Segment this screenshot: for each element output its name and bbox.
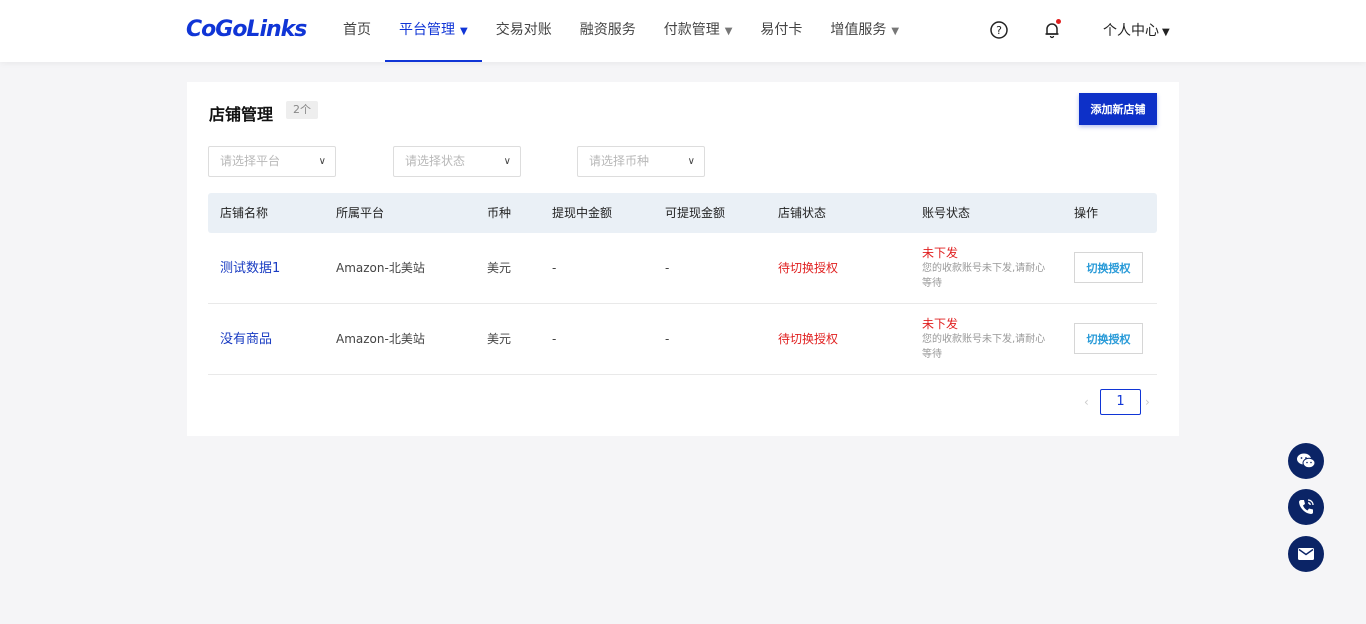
caret-down-icon: ▼ [891,26,900,37]
platform-cell: Amazon-北美站 [336,332,425,346]
col-shop-status: 店铺状态 [778,206,827,220]
pagination-next[interactable]: › [1145,389,1150,415]
logo[interactable]: CoGoLinks [186,17,307,42]
nav-item-financing[interactable]: 融资服务 [566,0,650,62]
nav-label: 付款管理 [663,22,720,38]
chevron-down-icon: ∨ [687,156,695,167]
shop-management-card: 店铺管理 2个 添加新店铺 请选择平台 ∨ 请选择状态 ∨ 请选择币种 ∨ 店铺… [187,82,1179,436]
nav-label: 易付卡 [760,22,803,38]
switch-auth-button[interactable]: 切换授权 [1074,323,1143,354]
caret-down-icon: ▼ [724,26,733,37]
shop-table: 店铺名称 所属平台 币种 提现中金额 可提现金额 店铺状态 账号状态 操作 测试… [208,193,1157,375]
chevron-down-icon: ∨ [503,156,511,167]
account-status-cell: 未下发 您的收款账号未下发,请耐心等待 [922,317,1052,362]
col-platform: 所属平台 [336,206,385,220]
col-withdrawable: 可提现金额 [665,206,726,220]
nav-label: 首页 [343,22,371,38]
table-header: 店铺名称 所属平台 币种 提现中金额 可提现金额 店铺状态 账号状态 操作 [208,193,1157,233]
nav-label: 交易对账 [495,22,552,38]
pagination-prev[interactable]: ‹ [1084,389,1089,415]
nav-item-payment[interactable]: 付款管理 ▼ [650,0,747,62]
switch-auth-button[interactable]: 切换授权 [1074,252,1143,283]
notification-bell-icon[interactable] [1042,19,1062,40]
platform-cell: Amazon-北美站 [336,261,425,275]
select-placeholder: 请选择平台 [220,154,281,168]
account-status-tip: 您的收款账号未下发,请耐心等待 [922,263,1046,289]
status-select[interactable]: 请选择状态 ∨ [393,146,521,177]
add-shop-button[interactable]: 添加新店铺 [1079,93,1157,125]
top-navigation: CoGoLinks 首页 平台管理 ▼ 交易对账 融资服务 付款管理 ▼ 易付卡 增… [0,0,1366,62]
nav-label: 平台管理 [399,22,455,38]
mail-icon [1298,548,1314,560]
account-status-cell: 未下发 您的收款账号未下发,请耐心等待 [922,246,1052,291]
withdrawing-cell: - [552,332,557,346]
caret-down-icon: ▼ [1162,27,1170,38]
phone-button[interactable] [1288,489,1324,525]
mail-button[interactable] [1288,536,1324,572]
currency-select[interactable]: 请选择币种 ∨ [577,146,705,177]
col-shop-name: 店铺名称 [220,206,269,220]
currency-cell: 美元 [487,332,512,346]
nav-item-value-added[interactable]: 增值服务 ▼ [816,0,913,62]
table-row: 没有商品 Amazon-北美站 美元 - - 待切换授权 未下发 您的收款账号未… [208,304,1157,375]
main-nav: 首页 平台管理 ▼ 交易对账 融资服务 付款管理 ▼ 易付卡 增值服务 ▼ [329,0,913,62]
shop-status-cell: 待切换授权 [778,261,839,275]
user-center-menu[interactable]: 个人中心 ▼ [1103,0,1170,64]
nav-label: 增值服务 [830,22,887,38]
user-menu-label: 个人中心 [1103,23,1159,39]
nav-item-card[interactable]: 易付卡 [746,0,816,62]
col-action: 操作 [1074,206,1099,220]
chevron-down-icon: ∨ [318,156,326,167]
col-currency: 币种 [487,206,512,220]
nav-item-reconciliation[interactable]: 交易对账 [482,0,566,62]
currency-cell: 美元 [487,261,512,275]
caret-down-icon: ▼ [460,26,468,37]
shop-status-cell: 待切换授权 [778,332,839,346]
shop-count-badge: 2个 [286,101,318,119]
withdrawable-cell: - [665,261,670,275]
page-title: 店铺管理 [209,105,274,124]
nav-item-home[interactable]: 首页 [329,0,385,62]
wechat-button[interactable] [1288,443,1324,479]
shop-name-link[interactable]: 没有商品 [220,304,272,375]
svg-text:?: ? [996,24,1002,37]
col-withdrawing: 提现中金额 [552,206,613,220]
withdrawing-cell: - [552,261,557,275]
account-status-text: 未下发 [922,246,959,260]
select-placeholder: 请选择状态 [405,154,466,168]
phone-icon [1299,499,1314,514]
platform-select[interactable]: 请选择平台 ∨ [208,146,336,177]
nav-item-platform[interactable]: 平台管理 ▼ [385,0,482,62]
withdrawable-cell: - [665,332,670,346]
notification-dot [1056,19,1061,24]
shop-name-link[interactable]: 测试数据1 [220,233,280,304]
col-account-status: 账号状态 [922,206,971,220]
account-status-tip: 您的收款账号未下发,请耐心等待 [922,334,1046,360]
nav-label: 融资服务 [579,22,636,38]
select-placeholder: 请选择币种 [589,154,650,168]
wechat-icon [1297,453,1316,469]
pagination-page-1[interactable]: 1 [1100,389,1141,415]
account-status-text: 未下发 [922,317,959,331]
help-icon[interactable]: ? [989,20,1009,40]
table-row: 测试数据1 Amazon-北美站 美元 - - 待切换授权 未下发 您的收款账号… [208,233,1157,304]
